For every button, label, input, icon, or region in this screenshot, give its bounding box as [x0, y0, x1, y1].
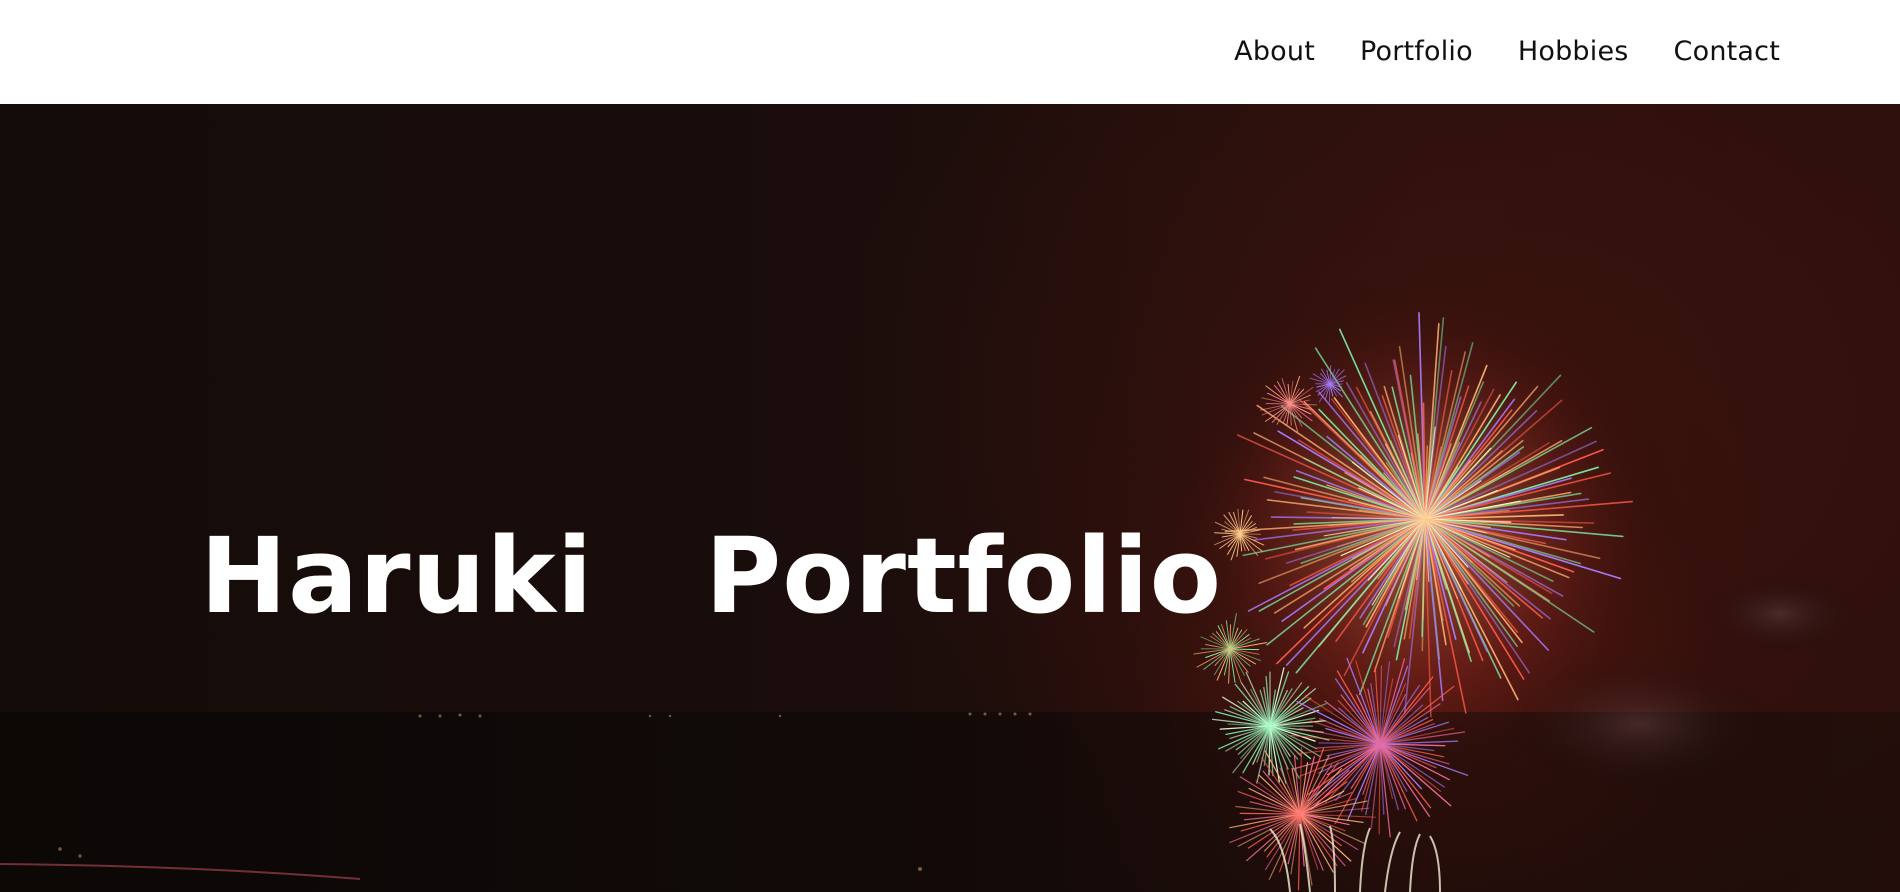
- hero-fireworks-image: [0, 264, 1900, 892]
- spark-line: [1378, 743, 1381, 835]
- hero-section: Haruki Portfolio: [0, 104, 1900, 892]
- portfolio-page: About Portfolio Hobbies Contact Haruki P…: [0, 0, 1900, 892]
- nav-link-portfolio[interactable]: Portfolio: [1360, 36, 1473, 67]
- site-header: About Portfolio Hobbies Contact: [0, 0, 1900, 104]
- nav-link-about[interactable]: About: [1234, 36, 1315, 67]
- hero-title: Haruki Portfolio: [200, 515, 1223, 637]
- nav-link-hobbies[interactable]: Hobbies: [1518, 36, 1629, 67]
- nav-link-contact[interactable]: Contact: [1674, 36, 1780, 67]
- main-nav: About Portfolio Hobbies Contact: [1234, 0, 1780, 103]
